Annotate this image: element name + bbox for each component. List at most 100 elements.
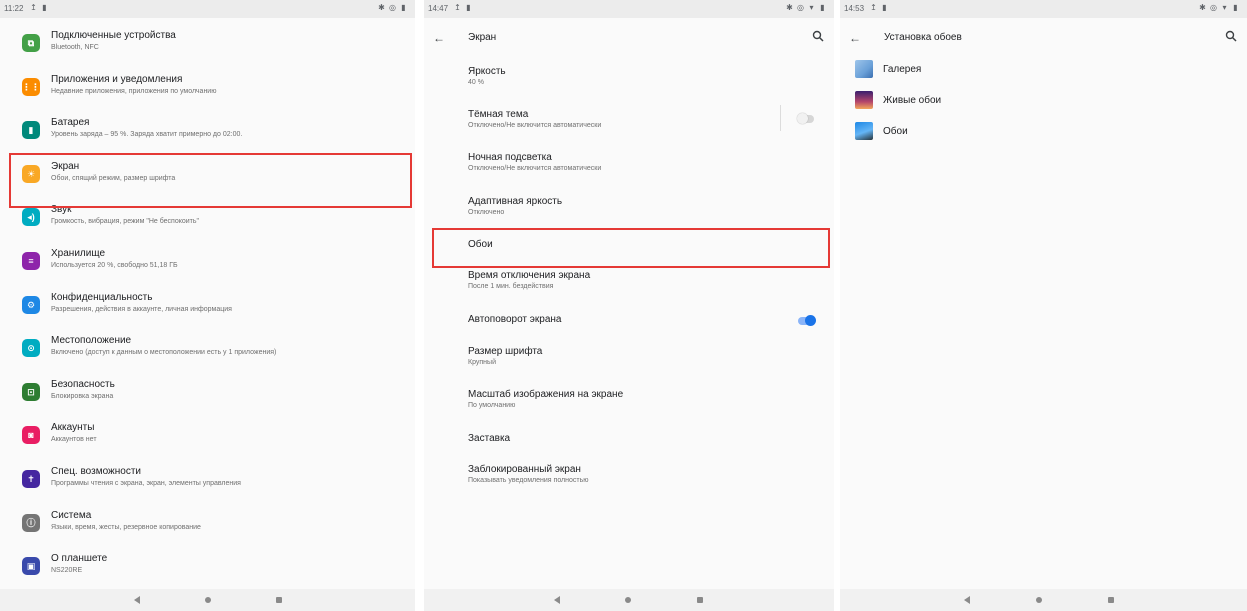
live-wallpaper-icon <box>855 91 873 109</box>
display-setting-item[interactable]: Автоповорот экрана <box>424 314 834 344</box>
settings-item[interactable]: ⊙ Местоположение Включено (доступ к данным… <box>0 328 415 370</box>
display-setting-title: Ночная подсветка <box>468 152 552 163</box>
settings-item[interactable]: ⓘ Система Языки, время, жесты, резервное к… <box>0 503 415 545</box>
display-setting-item[interactable]: Тёмная тема Отключено/Не включится автома… <box>424 105 834 139</box>
wifi-icon: ◎ <box>389 3 396 12</box>
bluetooth-icon: ✱ <box>1199 3 1206 12</box>
display-setting-subtitle: Крупный <box>468 359 496 366</box>
display-setting-title: Размер шрифта <box>468 346 543 357</box>
screenshot-icon: ▮ <box>466 3 471 12</box>
highlight-box-screen <box>9 153 412 208</box>
settings-item-subtitle: Блокировка экрана <box>51 392 114 400</box>
toggle-knob <box>805 315 816 326</box>
status-time: 11:22 <box>4 4 24 13</box>
highlight-box-wallpaper <box>432 228 830 268</box>
wallpapers-icon <box>855 122 873 140</box>
display-setting-subtitle: Отключено/Не включится автоматически <box>468 165 602 172</box>
settings-item[interactable]: ✝ Спец. возможности Программы чтения с экр… <box>0 459 415 501</box>
settings-item[interactable]: ≡ Хранилище Используется 20 %, свободно 51… <box>0 241 415 283</box>
settings-item-subtitle: Bluetooth, NFC <box>51 44 99 51</box>
display-settings-panel: 14:47 ↥ ▮ ✱ ◎ ▾ ▮ ← Экран Яркость 40 % Тёмная … <box>424 0 834 611</box>
settings-item-title: О планшете <box>51 553 108 565</box>
display-setting-item[interactable]: Размер шрифта Крупный <box>424 346 834 376</box>
recent-apps-icon[interactable] <box>1108 597 1114 603</box>
display-setting-subtitle: Отключено/Не включится автоматически <box>468 122 602 129</box>
info-icon: ⓘ <box>22 513 40 532</box>
display-setting-subtitle: 40 % <box>468 79 484 86</box>
display-setting-subtitle: Показывать уведомления полностью <box>468 477 589 484</box>
settings-item-title: Приложения и уведомления <box>51 73 183 85</box>
settings-item-subtitle: Уровень заряда – 95 %. Заряда хватит при… <box>51 131 243 139</box>
settings-item-subtitle: Языки, время, жесты, резервное копирован… <box>51 523 201 531</box>
page-title: Установка обоев <box>884 32 962 43</box>
recent-apps-icon[interactable] <box>276 597 282 603</box>
search-icon[interactable] <box>1225 30 1237 42</box>
privacy-icon: ⚙ <box>22 295 40 314</box>
sync-icon: ◎ <box>797 3 804 12</box>
upload-icon: ↥ <box>454 3 461 12</box>
display-setting-item[interactable]: Заблокированный экран Показывать уведомле… <box>424 464 834 494</box>
tablet-icon: ▣ <box>22 557 40 576</box>
settings-item-title: Батарея <box>51 117 90 129</box>
settings-item[interactable]: ⊡ Безопасность Блокировка экрана <box>0 372 415 414</box>
settings-item[interactable]: ⚙ Конфиденциальность Разрешения, действия … <box>0 285 415 327</box>
back-nav-icon[interactable] <box>964 596 970 604</box>
wallpaper-source-item[interactable]: Живые обои <box>840 87 1247 115</box>
display-setting-item[interactable]: Ночная подсветка Отключено/Не включится а… <box>424 152 834 182</box>
back-nav-icon[interactable] <box>134 596 140 604</box>
settings-item-title: Местоположение <box>51 335 132 347</box>
status-time: 14:47 <box>428 4 449 13</box>
display-setting-item[interactable]: Заставка <box>424 433 834 463</box>
bluetooth-icon: ✱ <box>378 3 385 12</box>
settings-item-title: Система <box>51 509 92 521</box>
settings-item-subtitle: Аккаунтов нет <box>51 436 97 444</box>
settings-item-subtitle: NS220RE <box>51 567 83 575</box>
settings-item-subtitle: Разрешения, действия в аккаунте, личная … <box>51 305 232 313</box>
display-setting-item[interactable]: Адаптивная яркость Отключено <box>424 196 834 226</box>
recent-apps-icon[interactable] <box>697 597 703 603</box>
settings-item[interactable]: ▮ Батарея Уровень заряда – 95 %. Заряда хв… <box>0 110 415 152</box>
gallery-icon <box>855 60 873 78</box>
status-bar: 14:53 ↥ ▮ ✱ ◎ ▾ ▮ <box>840 0 1247 18</box>
display-setting-item[interactable]: Масштаб изображения на экране По умолчани… <box>424 389 834 419</box>
screenshot-icon: ▮ <box>882 3 887 12</box>
settings-item-subtitle: Включено (доступ к данным о местоположен… <box>51 349 277 357</box>
wallpaper-source-item[interactable]: Обои <box>840 118 1247 146</box>
settings-item-title: Конфиденциальность <box>51 291 153 303</box>
settings-item[interactable]: ◙ Аккаунты Аккаунтов нет <box>0 415 415 457</box>
display-setting-title: Масштаб изображения на экране <box>468 389 624 400</box>
page-title: Экран <box>468 32 497 43</box>
divider <box>780 105 781 131</box>
status-bar: 11:22 ↥ ▮ ✱ ◎ ▮ <box>0 0 415 18</box>
status-time: 14:53 <box>844 4 865 13</box>
display-setting-item[interactable]: Яркость 40 % <box>424 66 834 96</box>
display-setting-subtitle: После 1 мин. бездействия <box>468 283 554 290</box>
wallpaper-source-item[interactable]: Галерея <box>840 56 1247 84</box>
settings-item-subtitle: Используется 20 %, свободно 51,18 ГБ <box>51 262 178 269</box>
toggle-switch[interactable] <box>797 113 814 124</box>
home-nav-icon[interactable] <box>205 597 211 603</box>
wifi-icon: ▾ <box>1222 3 1227 12</box>
toggle-switch[interactable] <box>798 315 816 326</box>
display-setting-item[interactable]: Время отключения экрана После 1 мин. безд… <box>424 270 834 300</box>
battery-icon: ▮ <box>401 3 406 12</box>
settings-item-subtitle: Громкость, вибрация, режим "Не беспокоит… <box>51 218 200 226</box>
home-nav-icon[interactable] <box>1036 597 1042 603</box>
devices-icon: ⧉ <box>22 34 40 52</box>
settings-item[interactable]: ⋮⋮ Приложения и уведомления Недавние прило… <box>0 67 415 109</box>
back-arrow-icon[interactable]: ← <box>433 31 445 45</box>
settings-panel: 11:22 ↥ ▮ ✱ ◎ ▮ ⧉ Подключенные устройства Blu… <box>0 0 415 611</box>
display-setting-title: Тёмная тема <box>468 109 529 120</box>
upload-icon: ↥ <box>30 3 37 12</box>
back-nav-icon[interactable] <box>554 596 560 604</box>
display-setting-subtitle: Отключено <box>468 209 505 216</box>
settings-item[interactable]: ▣ О планшете NS220RE <box>0 546 415 588</box>
home-nav-icon[interactable] <box>625 597 631 603</box>
navigation-bar <box>840 589 1247 611</box>
settings-item-title: Хранилище <box>51 248 105 259</box>
display-setting-title: Яркость <box>468 66 506 77</box>
search-icon[interactable] <box>812 30 824 42</box>
settings-item[interactable]: ⧉ Подключенные устройства Bluetooth, NFC <box>0 23 415 65</box>
back-arrow-icon[interactable]: ← <box>849 31 861 45</box>
screenshot-icon: ▮ <box>42 3 47 12</box>
